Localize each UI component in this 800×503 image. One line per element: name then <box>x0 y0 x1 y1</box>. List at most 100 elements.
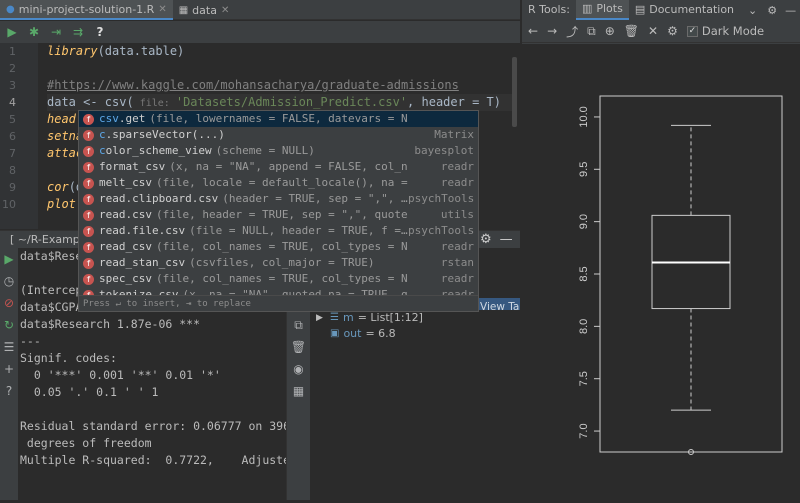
plot-area: 7.0 7.5 8.0 8.5 9.0 9.5 10.0 <box>522 44 800 500</box>
help-icon[interactable]: ? <box>0 380 18 402</box>
variable-row[interactable]: ▶ ☰ m = List[1:12] <box>310 310 520 326</box>
copy-icon[interactable]: ⧉ <box>287 314 310 336</box>
package-name: psychTools <box>408 224 475 237</box>
tab-mini-project-solution[interactable]: ● mini-project-solution-1.R ✕ <box>0 0 173 20</box>
run-icon[interactable]: ▶ <box>0 248 18 270</box>
minimize-icon[interactable]: — <box>785 4 796 17</box>
run-selection-icon[interactable]: ⇥ <box>48 24 64 40</box>
gear-icon[interactable]: ⚙ <box>667 24 678 38</box>
rerun-icon[interactable]: ↻ <box>0 314 18 336</box>
function-icon: f <box>83 193 94 205</box>
autocomplete-popup[interactable]: f csv.get (file, lowernames = FALSE, datev… <box>78 110 479 312</box>
tab-data[interactable]: ▦ data ✕ <box>173 0 236 20</box>
function-name: spec_csv <box>99 272 152 285</box>
stop-icon[interactable]: ⊘ <box>0 292 18 314</box>
function-args: (header = TRUE, sep = ",", … <box>222 192 408 205</box>
code-line[interactable]: #https://www.kaggle.com/mohansacharya/gr… <box>47 77 517 94</box>
table-icon: ▦ <box>178 4 189 16</box>
function-icon: f <box>83 241 94 253</box>
autocomplete-item[interactable]: f read.clipboard.csv (header = TRUE, sep =… <box>79 191 478 207</box>
editor-scrollbar[interactable] <box>512 57 517 127</box>
autocomplete-item[interactable]: f read.csv (file, header = TRUE, sep = ","… <box>79 207 478 223</box>
debug-icon[interactable]: ✱ <box>26 24 42 40</box>
function-name: read.csv <box>99 208 152 221</box>
autocomplete-item[interactable]: f spec_csv (file, col_names = TRUE, col_ty… <box>79 271 478 287</box>
variable-value: = 6.8 <box>365 327 396 340</box>
close-icon[interactable]: ✕ <box>648 24 658 38</box>
function-icon: f <box>83 129 94 141</box>
gear-icon[interactable]: ⚙ <box>480 232 492 247</box>
expand-arrow-icon[interactable]: ▶ <box>316 310 326 326</box>
function-args: (file = NULL, header = TRUE, f =… <box>189 224 408 237</box>
history-icon[interactable]: ◷ <box>0 270 18 292</box>
dark-mode-toggle[interactable]: ✓ Dark Mode <box>686 24 764 38</box>
r-tools-title: R Tools: <box>528 3 570 16</box>
package-name: readr <box>440 176 474 189</box>
help-icon[interactable]: ? <box>92 24 108 40</box>
package-name: readr <box>440 272 474 285</box>
function-icon: f <box>83 225 94 237</box>
autocomplete-item[interactable]: f csv.get (file, lowernames = FALSE, datev… <box>79 111 478 127</box>
console-title: [ ~/R-Exampl <box>10 233 83 246</box>
panel-controls: ⚙ — <box>480 230 520 248</box>
package-name: psychTools <box>408 192 475 205</box>
soft-wrap-icon[interactable]: ☰ <box>0 336 18 358</box>
autocomplete-item[interactable]: f c.sparseVector(...) Matrix <box>79 127 478 143</box>
y-tick-label: 9.5 <box>578 162 590 177</box>
forward-arrow-icon[interactable]: → <box>547 24 557 38</box>
run-icon[interactable]: ▶ <box>4 24 20 40</box>
code-line[interactable] <box>47 60 517 77</box>
autocomplete-item[interactable]: f format_csv (x, na = "NA", append = FALSE… <box>79 159 478 175</box>
autocomplete-item[interactable]: f read_stan_csv (csvfiles, col_major = TRU… <box>79 255 478 271</box>
debug-selection-icon[interactable]: ⇉ <box>70 24 86 40</box>
package-name: rstan <box>440 256 474 269</box>
code-line[interactable]: library(data.table) <box>47 43 517 60</box>
plots-toolbar: ← → ⤴ ⧉ ⊕ 🗑 ✕ ⚙ ✓ Dark Mode <box>522 20 800 43</box>
table-icon[interactable]: ▦ <box>287 380 310 402</box>
zoom-icon[interactable]: ⊕ <box>605 24 615 38</box>
function-args: (x, na = "NA", append = FALSE, col_names… <box>169 160 408 173</box>
variable-row[interactable]: ▣ out = 6.8 <box>310 326 520 342</box>
code-line-current[interactable]: data <- csv( file: 'Datasets/Admission_P… <box>47 94 517 111</box>
autocomplete-item[interactable]: f melt_csv (file, locale = default_locale(… <box>79 175 478 191</box>
view-icon[interactable]: ◉ <box>287 358 310 380</box>
add-icon[interactable]: + <box>0 358 18 380</box>
function-args: (file, col_names = TRUE, col_types = NUL… <box>155 272 408 285</box>
tab-plots[interactable]: ▥ Plots <box>575 0 629 20</box>
delete-icon[interactable]: 🗑 <box>624 24 639 38</box>
function-name: csv.get <box>99 112 146 125</box>
variable-name: out <box>343 327 362 340</box>
line-gutter: 1 2 3 4 5 6 7 8 9 10 <box>0 43 38 229</box>
y-tick-label: 9.0 <box>578 214 590 229</box>
tab-label: mini-project-solution-1.R <box>18 2 155 16</box>
autocomplete-item[interactable]: f read_csv (file, col_names = TRUE, col_ty… <box>79 239 478 255</box>
export-icon[interactable]: ⤴ <box>566 23 578 40</box>
package-name: readr <box>440 160 474 173</box>
console-line: Residual standard error: 0.06777 on 396 <box>20 419 291 433</box>
function-icon: f <box>83 177 94 189</box>
close-icon[interactable]: ✕ <box>221 5 229 16</box>
dark-mode-checkbox[interactable]: ✓ <box>686 25 698 37</box>
chevron-down-icon[interactable]: ⌄ <box>748 4 757 17</box>
tab-documentation[interactable]: ▤ Documentation <box>629 0 740 20</box>
r-tools-tabs: R Tools: ▥ Plots ▤ Documentation ⌄ ⚙ — <box>522 0 800 20</box>
function-args: (scheme = NULL) <box>215 144 315 157</box>
back-arrow-icon[interactable]: ← <box>528 24 538 38</box>
function-name: color_scheme_view <box>99 144 212 157</box>
console-line: degrees of freedom <box>20 436 152 450</box>
function-icon: f <box>83 113 94 125</box>
gear-icon[interactable]: ⚙ <box>767 4 777 17</box>
autocomplete-item[interactable]: f color_scheme_view (scheme = NULL) bayespl… <box>79 143 478 159</box>
function-args: (file, locale = default_locale(), na = c… <box>155 176 408 189</box>
r-file-icon: ● <box>6 3 15 15</box>
line-number: 8 <box>9 164 16 177</box>
line-number: 10 <box>2 198 16 211</box>
delete-icon[interactable]: 🗑 <box>287 336 310 358</box>
autocomplete-item[interactable]: f read.file.csv (file = NULL, header = TRU… <box>79 223 478 239</box>
y-tick-label: 7.0 <box>578 423 590 438</box>
copy-icon[interactable]: ⧉ <box>587 24 596 39</box>
list-icon: ☰ <box>330 312 339 323</box>
minimize-icon[interactable]: — <box>500 232 513 247</box>
close-icon[interactable]: ✕ <box>158 4 166 15</box>
